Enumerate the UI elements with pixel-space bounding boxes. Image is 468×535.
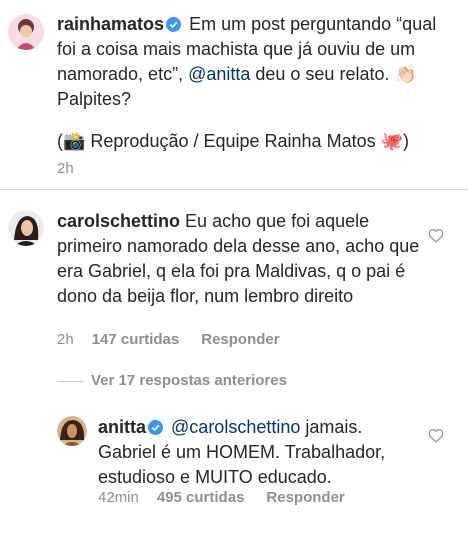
reply-mention[interactable]: @carolschettino xyxy=(171,417,300,437)
verified-badge-icon xyxy=(148,420,164,435)
post-username[interactable]: rainhamatos xyxy=(57,14,164,34)
caption-divider xyxy=(0,189,468,190)
reply-time: 42min xyxy=(98,489,139,506)
comment-time: 2h xyxy=(57,331,74,348)
view-replies-line xyxy=(57,381,83,382)
reply-like-heart-icon[interactable] xyxy=(428,428,444,443)
post-avatar[interactable] xyxy=(8,14,44,50)
view-replies-button[interactable]: Ver 17 respostas anteriores xyxy=(91,372,287,389)
reply-body: anitta @carolschettino jamais. Gabriel é… xyxy=(98,415,418,490)
caption-mention[interactable]: @anitta xyxy=(188,64,250,84)
comment-meta: 2h 147 curtidas Responder xyxy=(57,331,302,348)
reply-username[interactable]: anitta xyxy=(98,417,146,437)
comment-body: carolschettino Eu acho que foi aquele pr… xyxy=(57,209,422,309)
comment-likes[interactable]: 147 curtidas xyxy=(92,331,180,348)
comment-reply-button[interactable]: Responder xyxy=(201,331,279,348)
reply-meta: 42min 495 curtidas Responder xyxy=(98,489,367,506)
reply-avatar[interactable] xyxy=(57,416,87,446)
post-caption: rainhamatos Em um post perguntando “qual… xyxy=(57,12,452,112)
comment-like-heart-icon[interactable] xyxy=(428,228,444,243)
reply-likes[interactable]: 495 curtidas xyxy=(157,489,245,506)
post-credit: (📸 Reprodução / Equipe Rainha Matos 🐙) xyxy=(57,131,409,151)
comment-username[interactable]: carolschettino xyxy=(57,211,180,231)
verified-badge-icon xyxy=(166,17,182,32)
comment-avatar[interactable] xyxy=(8,210,44,246)
post-timestamp: 2h xyxy=(57,160,92,177)
post-time: 2h xyxy=(57,160,74,177)
reply-reply-button[interactable]: Responder xyxy=(266,489,344,506)
